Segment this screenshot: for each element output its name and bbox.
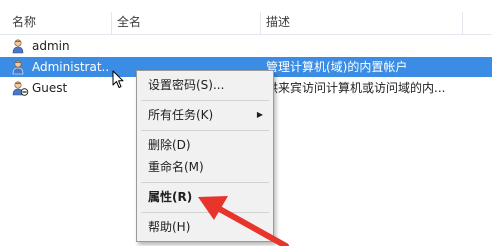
menu-separator [141,212,269,213]
menu-item-label: 属性(R) [148,190,193,204]
menu-item-all-tasks[interactable]: 所有任务(K) ▶ [139,104,271,126]
user-icon [12,39,24,54]
menu-item-label: 帮助(H) [148,220,191,234]
submenu-arrow-icon: ▶ [256,110,263,119]
menu-item-label: 设置密码(S)... [148,78,225,92]
menu-item-label: 删除(D) [148,138,191,152]
user-icon [12,81,29,96]
local-users-window: 名称 全名 描述 admin Administrat... 管理计算机(域)的内… [0,0,492,246]
menu-item-help[interactable]: 帮助(H) [139,216,271,238]
column-header-description[interactable]: 描述 [262,12,462,34]
column-divider[interactable] [462,12,463,34]
menu-item-label: 所有任务(K) [148,108,214,122]
list-column-header: 名称 全名 描述 [0,12,492,35]
column-header-fullname[interactable]: 全名 [113,12,259,34]
menu-separator [141,100,269,101]
menu-item-label: 重命名(M) [148,160,204,174]
user-icon [12,60,24,75]
user-description [266,36,466,56]
user-name: Guest [32,81,68,95]
menu-item-properties[interactable]: 属性(R) [139,186,271,208]
user-description: 供来宾访问计算机或访问域的内... [266,81,446,95]
user-description: 管理计算机(域)的内置帐户 [266,60,408,74]
user-row-admin[interactable]: admin [0,36,492,56]
context-menu: 设置密码(S)... 所有任务(K) ▶ 删除(D) 重命名(M) 属性(R) … [136,70,274,242]
menu-separator [141,182,269,183]
menu-item-delete[interactable]: 删除(D) [139,134,271,156]
menu-separator [141,130,269,131]
menu-item-rename[interactable]: 重命名(M) [139,156,271,178]
column-divider[interactable] [260,12,261,34]
column-divider[interactable] [111,12,112,34]
user-name: admin [32,39,70,53]
column-header-name[interactable]: 名称 [8,12,112,34]
user-fullname [117,36,257,56]
mouse-cursor-icon [112,70,124,88]
user-name: Administrat... [32,60,110,74]
menu-item-set-password[interactable]: 设置密码(S)... [139,74,271,96]
